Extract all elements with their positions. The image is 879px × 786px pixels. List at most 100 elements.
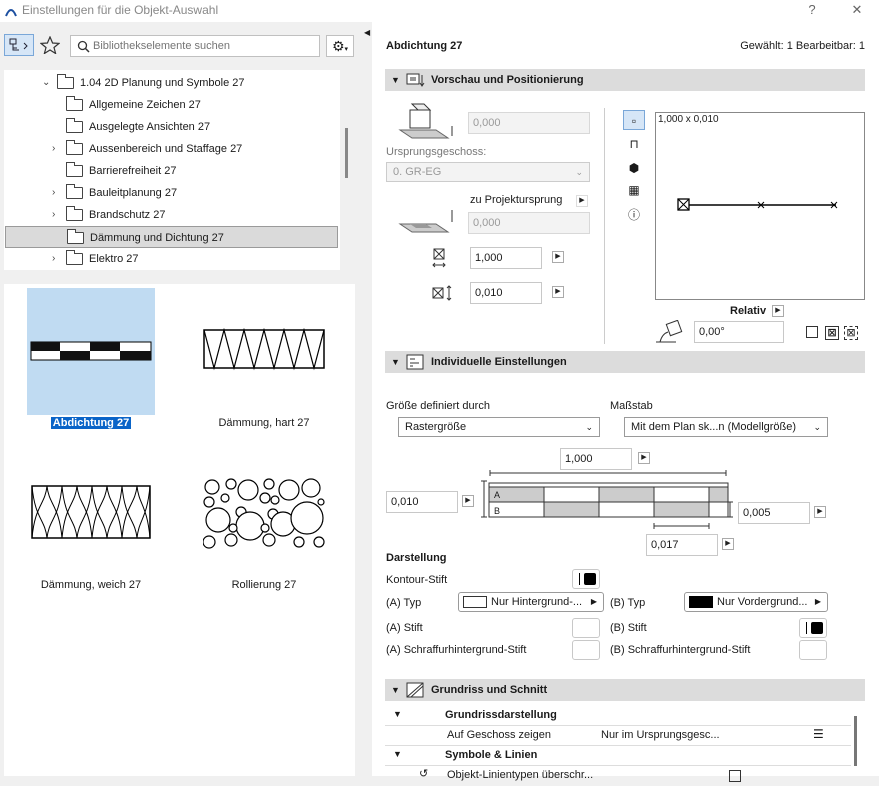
tree-item[interactable]: › Elektro 27 bbox=[4, 248, 340, 270]
view-film-button[interactable]: ▦ bbox=[623, 180, 645, 200]
pane-splitter[interactable]: ◀ bbox=[364, 22, 372, 776]
folder-icon bbox=[66, 162, 83, 177]
a-schraff-label: (A) Schraffurhintergrund-Stift bbox=[386, 644, 527, 656]
b-schraff-picker[interactable] bbox=[799, 640, 827, 660]
preview-canvas[interactable]: 1,000 x 0,010 bbox=[655, 112, 865, 300]
search-box[interactable] bbox=[70, 35, 320, 57]
folder-icon bbox=[57, 74, 74, 89]
chevron-right-icon[interactable]: › bbox=[52, 204, 55, 226]
height-field[interactable]: 0,010 bbox=[470, 282, 542, 304]
dim-right-field[interactable]: 0,005 bbox=[738, 502, 810, 524]
section-custom-header[interactable]: ▼ Individuelle Einstellungen bbox=[385, 351, 865, 373]
arrow-right-icon[interactable]: ▶ bbox=[772, 305, 784, 317]
floorplan-section-icon bbox=[406, 682, 424, 698]
view-section-button[interactable]: ⊓ bbox=[623, 134, 645, 154]
property-value[interactable]: Nur im Ursprungsgesc... bbox=[601, 729, 720, 741]
chevron-right-icon[interactable]: › bbox=[52, 248, 55, 270]
group-row[interactable]: ▼ Grundrissdarstellung bbox=[385, 706, 851, 726]
darstellung-heading: Darstellung bbox=[386, 552, 447, 564]
dim-bottom-field[interactable]: 0,017 bbox=[646, 534, 718, 556]
property-row[interactable]: ↺ Objekt-Linientypen überschr... bbox=[385, 766, 851, 786]
thumbnail-label: Dämmung, weich 27 bbox=[40, 579, 142, 591]
close-button[interactable]: ✕ bbox=[842, 0, 872, 22]
a-stift-picker[interactable] bbox=[572, 618, 600, 638]
folder-icon bbox=[66, 184, 83, 199]
arrow-right-icon[interactable]: ▶ bbox=[814, 506, 826, 518]
arrow-right-icon: ▶ bbox=[590, 597, 597, 606]
b-stift-picker[interactable] bbox=[799, 618, 827, 638]
tree-item[interactable]: › Aussenbereich und Staffage 27 bbox=[4, 138, 340, 160]
chevron-down-icon: ⌄ bbox=[575, 167, 583, 177]
dim-left-field[interactable]: 0,010 bbox=[386, 491, 458, 513]
b-schraff-label: (B) Schraffurhintergrund-Stift bbox=[610, 644, 751, 656]
expand-triangle-icon: ▼ bbox=[391, 75, 400, 85]
help-button[interactable]: ? bbox=[797, 0, 827, 22]
tree-item-label: Barrierefreiheit 27 bbox=[89, 165, 177, 177]
view-3d-button[interactable]: ⬢ bbox=[623, 158, 645, 178]
chevron-right-icon[interactable]: › bbox=[52, 182, 55, 204]
view-2d-button[interactable]: ▫ bbox=[623, 110, 645, 130]
thumbnail-rollierung[interactable] bbox=[199, 474, 329, 554]
scale-select[interactable]: Mit dem Plan sk...n (Modellgröße) ⌄ bbox=[624, 417, 828, 437]
favorites-star-icon[interactable] bbox=[40, 36, 60, 54]
arrow-right-icon[interactable]: ▶ bbox=[552, 286, 564, 298]
tree-item[interactable]: Barrierefreiheit 27 bbox=[4, 160, 340, 182]
layer-dimension-diagram bbox=[481, 470, 733, 529]
size-defined-select[interactable]: Rastergröße ⌄ bbox=[398, 417, 600, 437]
kontur-pen-picker[interactable] bbox=[572, 569, 600, 589]
section-plan-header[interactable]: ▼ Grundriss und Schnitt bbox=[385, 679, 865, 701]
properties-scrollbar[interactable] bbox=[854, 716, 857, 766]
tree-item-selected[interactable]: Dämmung und Dichtung 27 bbox=[5, 226, 338, 248]
property-row[interactable]: Auf Geschoss zeigen Nur im Ursprungsgesc.… bbox=[385, 726, 851, 746]
size-defined-label: Größe definiert durch bbox=[386, 400, 490, 412]
project-origin-label: zu Projektursprung bbox=[470, 194, 563, 206]
arrow-right-icon[interactable]: ▶ bbox=[552, 251, 564, 263]
group-row[interactable]: ▼ Symbole & Linien bbox=[385, 746, 851, 766]
tree-item[interactable]: › Bauleitplanung 27 bbox=[4, 182, 340, 204]
thumbnail-label: Rollierung 27 bbox=[231, 579, 297, 591]
override-checkbox[interactable] bbox=[729, 770, 741, 782]
arrow-right-icon[interactable]: ▶ bbox=[638, 452, 650, 464]
library-settings-button[interactable]: ⚙▾ bbox=[326, 35, 354, 57]
settings-pane: Abdichtung 27 Gewählt: 1 Bearbeitbar: 1 … bbox=[372, 22, 879, 782]
info-button[interactable]: ⓘ bbox=[623, 205, 645, 225]
collapse-arrow-icon[interactable]: ◀ bbox=[364, 28, 370, 37]
group-title: Grundrissdarstellung bbox=[445, 709, 557, 721]
anchor-center-icon[interactable]: ⊠ bbox=[825, 326, 839, 340]
b-typ-label: (B) Typ bbox=[610, 597, 646, 609]
chevron-down-icon: ⌄ bbox=[813, 422, 821, 432]
chevron-down-icon[interactable]: ⌄ bbox=[42, 72, 50, 94]
tree-item[interactable]: Ausgelegte Ansichten 27 bbox=[4, 116, 340, 138]
arrow-right-icon[interactable]: ▶ bbox=[722, 538, 734, 550]
story-stack-icon[interactable]: ☰ bbox=[813, 727, 824, 741]
elevation-icon bbox=[398, 103, 453, 139]
hard-insulation-symbol-icon bbox=[203, 328, 325, 371]
anchor-corner-icon[interactable]: ⊠ bbox=[844, 326, 858, 340]
b-typ-select[interactable]: Nur Vordergrund... ▶ bbox=[684, 592, 828, 612]
thumbnail-label: Abdichtung 27 bbox=[50, 417, 132, 429]
search-icon bbox=[77, 40, 90, 53]
thumbnail-daemmung-weich[interactable] bbox=[27, 479, 155, 549]
thumbnail-daemmung-hart[interactable] bbox=[189, 314, 339, 389]
angle-field[interactable]: 0,00° bbox=[694, 321, 784, 343]
a-stift-label: (A) Stift bbox=[386, 622, 423, 634]
arrow-right-icon[interactable]: ▶ bbox=[576, 195, 588, 207]
arrow-right-icon[interactable]: ▶ bbox=[462, 495, 474, 507]
tree-item[interactable]: › Brandschutz 27 bbox=[4, 204, 340, 226]
a-schraff-picker[interactable] bbox=[572, 640, 600, 660]
stamp-icon: ⊓ bbox=[629, 137, 639, 151]
search-input[interactable] bbox=[93, 38, 313, 54]
a-typ-select[interactable]: Nur Hintergrund-... ▶ bbox=[458, 592, 604, 612]
archicad-logo-icon bbox=[5, 9, 17, 17]
thumbnail-abdichtung[interactable] bbox=[27, 288, 155, 415]
rotation-angle-icon bbox=[656, 320, 683, 343]
width-field[interactable]: 1,000 bbox=[470, 247, 542, 269]
tree-item[interactable]: ⌄ 1.04 2D Planung und Symbole 27 bbox=[4, 72, 340, 94]
chevron-right-icon[interactable]: › bbox=[52, 138, 55, 160]
preview-symbol-line bbox=[677, 198, 838, 211]
tree-scrollbar[interactable] bbox=[345, 128, 348, 178]
mirror-checkbox[interactable] bbox=[806, 326, 818, 338]
section-preview-header[interactable]: ▼ Vorschau und Positionierung bbox=[385, 69, 865, 91]
library-view-button[interactable] bbox=[4, 34, 34, 56]
tree-item[interactable]: Allgemeine Zeichen 27 bbox=[4, 94, 340, 116]
